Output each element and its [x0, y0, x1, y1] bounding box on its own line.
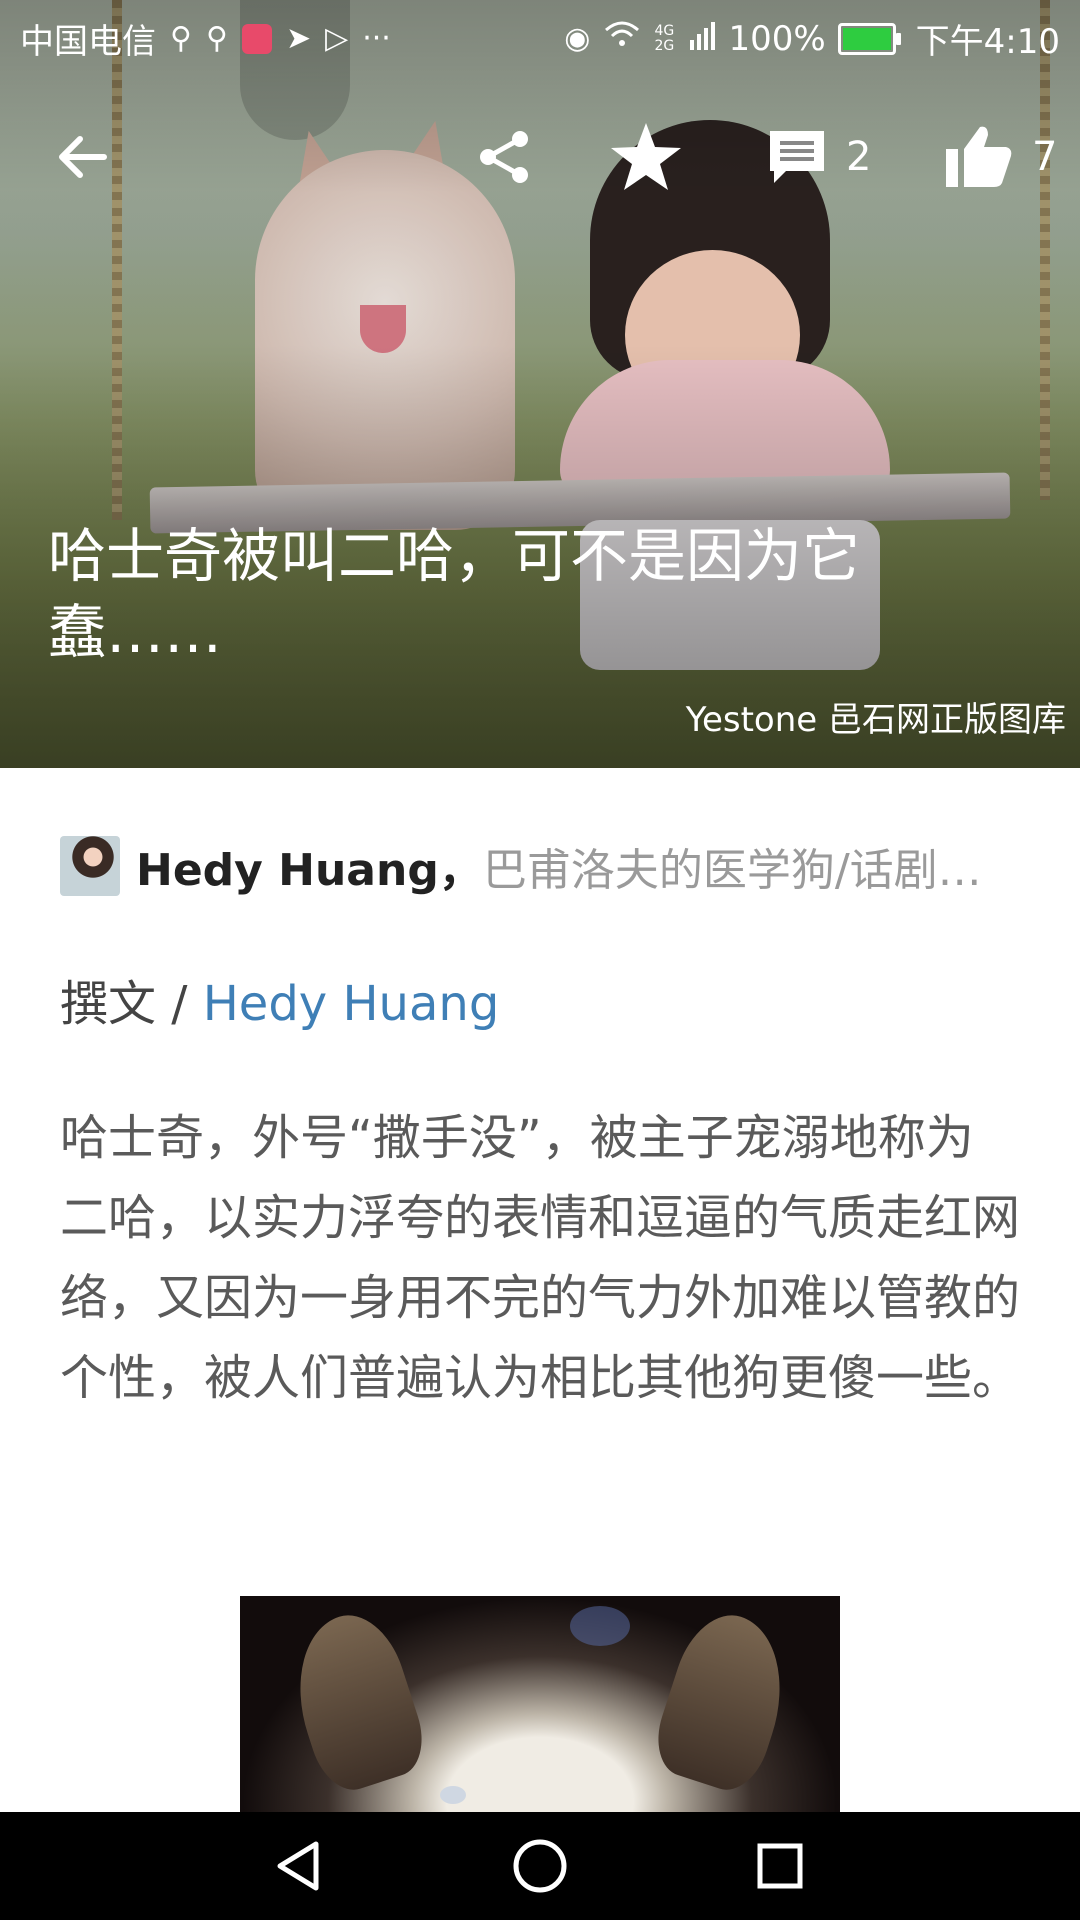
author-row[interactable]: Hedy Huang， 巴甫洛夫的医学狗/话剧…	[60, 836, 1020, 896]
article-title: 哈士奇被叫二哈，可不是因为它蠢……	[48, 522, 861, 666]
byline-prefix: 撰文 /	[60, 976, 203, 1032]
background-flower	[570, 1606, 630, 1646]
telegram-icon: ➤	[285, 20, 312, 56]
star-icon	[611, 123, 681, 190]
back-arrow-icon	[59, 136, 107, 178]
eye-icon: ◉	[564, 20, 591, 56]
signal-icon	[690, 19, 716, 59]
status-right: ◉ 4G 2G 100% 下午4:10	[564, 14, 1060, 63]
dog-ear-left	[276, 1603, 434, 1799]
like-button[interactable]: 7	[944, 112, 1057, 202]
network-label: 4G 2G	[654, 22, 675, 54]
usb-icon: ⚲	[205, 20, 228, 56]
share-button[interactable]	[474, 112, 534, 202]
image-credit: Yestone 邑石网正版图库	[685, 700, 1066, 740]
comment-icon	[770, 131, 824, 183]
byline-author-link[interactable]: Hedy Huang	[203, 976, 500, 1032]
dog-eye	[440, 1786, 466, 1804]
share-icon	[480, 131, 528, 183]
circle-home-icon	[513, 1839, 567, 1893]
clock: 下午4:10	[915, 22, 1060, 62]
more-dots-icon: ···	[362, 20, 391, 56]
author-bio: 巴甫洛夫的医学狗/话剧…	[482, 845, 982, 896]
favorite-button[interactable]	[608, 112, 684, 202]
article-toolbar: 2 7	[0, 112, 1080, 202]
play-icon: ▷	[325, 20, 349, 56]
back-button[interactable]	[54, 112, 110, 202]
article-paragraph: 哈士奇，外号“撒手没”，被主子宠溺地称为二哈，以实力浮夸的表情和逗逼的气质走红网…	[60, 1110, 1021, 1406]
battery-icon	[837, 22, 901, 55]
wifi-icon	[602, 18, 642, 59]
thumbs-up-icon	[946, 126, 1012, 187]
battery-percent: 100%	[728, 18, 826, 59]
square-recents-icon	[757, 1843, 803, 1889]
author-name[interactable]: Hedy Huang，	[136, 834, 483, 898]
triangle-back-icon	[277, 1841, 319, 1891]
status-left: 中国电信 ⚲ ⚲ ➤ ▷ ···	[20, 14, 391, 63]
byline: 撰文 / Hedy Huang	[60, 964, 499, 1034]
navigation-bar	[0, 1812, 1080, 1920]
article-image[interactable]	[240, 1596, 840, 1812]
nav-back-button[interactable]	[270, 1836, 330, 1896]
dog-ear-right	[646, 1603, 804, 1799]
avatar[interactable]	[60, 836, 120, 896]
carrier-label: 中国电信	[20, 22, 156, 62]
nav-home-button[interactable]	[510, 1836, 570, 1896]
status-bar: 中国电信 ⚲ ⚲ ➤ ▷ ··· ◉ 4G 2G 100% 下午4:10	[0, 0, 1080, 72]
nav-recents-button[interactable]	[750, 1836, 810, 1896]
app-icon	[241, 23, 272, 54]
likes-count: 7	[1032, 134, 1058, 180]
comments-button[interactable]: 2	[766, 112, 871, 202]
usb-icon: ⚲	[170, 20, 192, 56]
comments-count: 2	[846, 134, 872, 180]
